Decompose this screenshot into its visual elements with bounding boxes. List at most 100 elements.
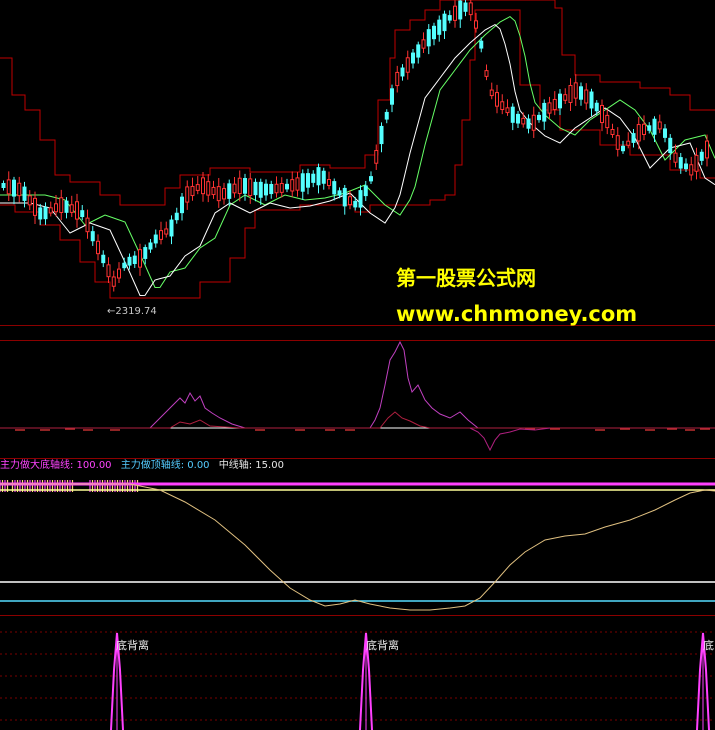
candle-body <box>395 71 400 87</box>
legend-bottom-line: 主力做大底轴线: 100.00 <box>0 460 112 471</box>
stock-chart-canvas[interactable] <box>0 0 715 730</box>
candle-body <box>390 88 394 105</box>
candle-body <box>678 157 683 169</box>
axis-indicator-curve <box>0 483 715 611</box>
candle-body <box>526 118 531 129</box>
candle-body <box>652 118 657 135</box>
candle-body <box>500 101 505 111</box>
moving-average-green <box>0 16 715 289</box>
candle-body <box>374 150 379 164</box>
candle-body <box>600 104 604 124</box>
candle-body <box>122 262 127 269</box>
candle-body <box>468 2 473 16</box>
candle-body <box>615 135 620 150</box>
candle-body <box>6 179 11 195</box>
candle-body <box>306 173 310 188</box>
candle-body <box>442 13 447 32</box>
candle-body <box>22 186 27 201</box>
price-low-label: ←2319.74 <box>107 306 157 317</box>
oscillator-panel[interactable] <box>0 340 715 452</box>
candle-body <box>143 247 148 259</box>
candle-body <box>416 44 421 58</box>
price-panel[interactable] <box>0 0 715 299</box>
candle-body <box>48 207 53 214</box>
candle-body <box>453 5 457 21</box>
candle-body <box>211 186 216 196</box>
divergence-spikes <box>110 632 710 730</box>
candle-body <box>537 114 541 121</box>
candle-body <box>342 187 347 207</box>
candle-body <box>38 207 43 220</box>
candle-body <box>148 242 153 250</box>
watermark-title: 第一股票公式网 <box>396 266 536 290</box>
candle-body <box>568 85 573 103</box>
candle-body <box>96 240 100 255</box>
candle-body <box>132 255 137 264</box>
oscillator-red-line <box>0 411 715 429</box>
candle-body <box>605 114 610 129</box>
candle-body <box>563 94 568 101</box>
candle-body <box>195 184 200 191</box>
candle-body <box>363 185 368 197</box>
candle-body <box>33 197 37 216</box>
candle-body <box>673 152 678 163</box>
candle-body <box>321 170 326 184</box>
candle-body <box>621 145 625 152</box>
candle-body <box>232 183 237 194</box>
candle-body <box>316 167 321 186</box>
candle-body <box>111 276 116 287</box>
candle-body <box>285 183 289 190</box>
candle-body <box>164 228 169 235</box>
candle-body <box>54 203 58 213</box>
divergence-panel[interactable] <box>0 631 715 730</box>
candle-body <box>348 196 352 206</box>
indicator-legend: 主力做大底轴线: 100.00 主力做顶轴线: 0.00 中线轴: 15.00 <box>0 460 290 472</box>
candle-body <box>405 57 410 73</box>
oscillator-red-bars <box>15 428 710 431</box>
candle-body <box>594 102 599 112</box>
candle-body <box>463 2 468 12</box>
candle-body <box>311 173 316 183</box>
candle-body <box>421 39 426 49</box>
candle-body <box>85 217 90 233</box>
candle-body <box>631 133 636 143</box>
candle-body <box>253 181 258 196</box>
candle-body <box>169 219 174 237</box>
candle-body <box>106 264 111 278</box>
candle-body <box>663 128 667 138</box>
candle-body <box>626 140 631 146</box>
oscillator-negative-line <box>469 427 551 452</box>
candle-body <box>558 93 562 109</box>
candle-body <box>668 137 673 154</box>
divergence-grid <box>0 631 715 721</box>
candlesticks <box>1 0 709 292</box>
candle-body <box>185 186 190 203</box>
candle-body <box>505 107 510 114</box>
candle-body <box>174 212 179 221</box>
legend-top-line: 主力做顶轴线: 0.00 <box>120 460 210 471</box>
candle-body <box>684 163 688 170</box>
axis-indicator-panel[interactable] <box>0 480 715 611</box>
divergence-label-1: 底背离 <box>116 639 149 652</box>
candle-body <box>117 268 121 279</box>
candle-body <box>542 102 547 122</box>
candle-body <box>43 206 48 220</box>
candle-body <box>647 125 652 131</box>
candle-body <box>274 183 279 194</box>
candle-body <box>153 234 158 244</box>
candle-body <box>269 183 274 195</box>
candle-body <box>447 15 452 21</box>
candle-body <box>573 82 578 99</box>
candle-body <box>127 256 132 266</box>
candle-body <box>495 92 499 107</box>
candle-body <box>159 230 163 240</box>
candle-body <box>237 177 242 195</box>
candle-body <box>358 190 363 208</box>
candle-body <box>531 114 536 131</box>
candle-body <box>699 151 704 161</box>
candle-body <box>248 178 253 196</box>
candle-body <box>636 124 641 142</box>
moving-average-white <box>0 24 715 297</box>
candle-body <box>75 201 79 220</box>
candle-body <box>584 89 589 104</box>
